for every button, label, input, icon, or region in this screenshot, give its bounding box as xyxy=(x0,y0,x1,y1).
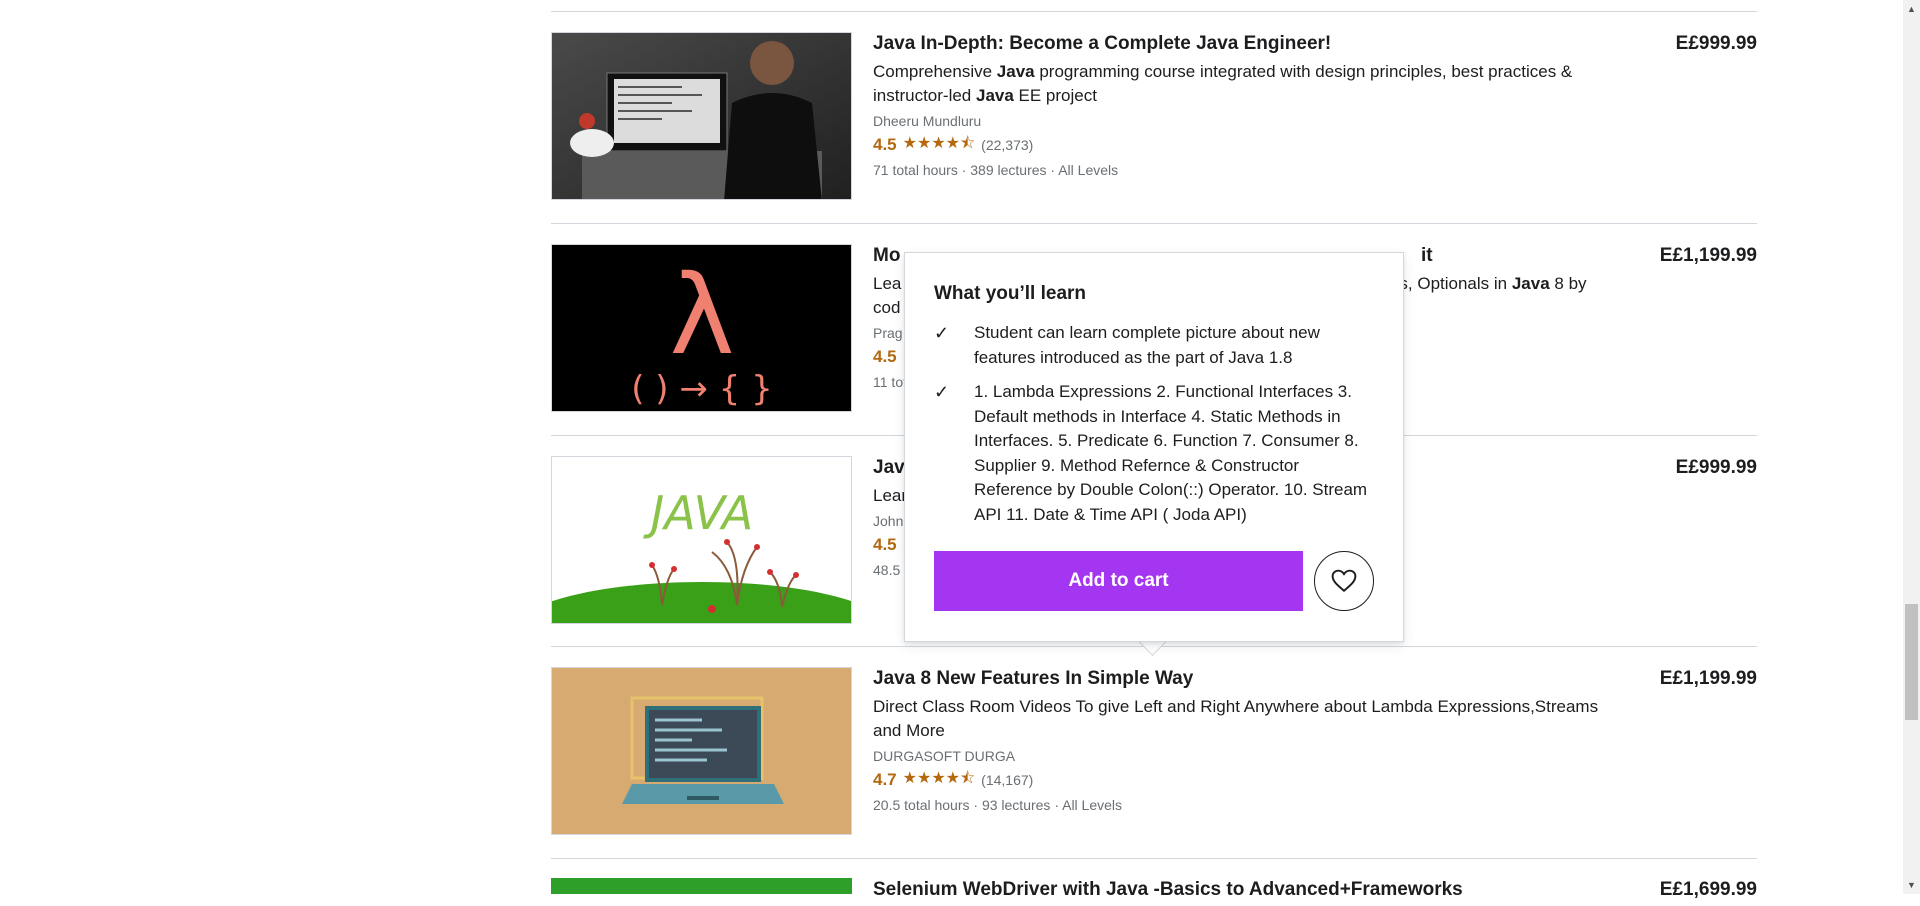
rating-value: 4.7 xyxy=(873,770,897,789)
course-thumbnail-image[interactable] xyxy=(551,878,852,894)
rating-value: 4.5 xyxy=(873,135,897,154)
course-rating: 4.5 ★★★★⯪ (22,373) xyxy=(873,134,1621,156)
review-count: (22,373) xyxy=(981,137,1034,153)
add-to-cart-button[interactable]: Add to cart xyxy=(934,551,1303,611)
laptop-illustration-image xyxy=(552,668,851,834)
course-info: Java In-Depth: Become a Complete Java En… xyxy=(873,32,1621,179)
learn-item: ✓ Student can learn complete picture abo… xyxy=(934,321,1374,370)
course-instructor: Dheeru Mundluru xyxy=(873,113,982,129)
course-card[interactable]: Java In-Depth: Become a Complete Java En… xyxy=(551,32,1757,202)
learn-item-text: 1. Lambda Expressions 2. Functional Inte… xyxy=(974,382,1368,524)
course-info: Selenium WebDriver with Java -Basics to … xyxy=(873,878,1621,906)
page-scrollbar[interactable]: ▲ ▼ xyxy=(1903,0,1920,894)
green-thumbnail-image xyxy=(551,878,852,894)
course-meta: 20.5 total hours · 93 lectures · All Lev… xyxy=(873,797,1123,813)
course-headline: Comprehensive Java programming course in… xyxy=(873,62,1573,105)
svg-text:λ: λ xyxy=(669,251,734,379)
instructor-laptop-image xyxy=(552,33,851,199)
course-card[interactable]: Selenium WebDriver with Java -Basics to … xyxy=(551,878,1757,900)
checkmark-icon: ✓ xyxy=(934,382,950,402)
course-info: Java 8 New Features In Simple Way Direct… xyxy=(873,667,1621,814)
divider xyxy=(551,858,1757,859)
heart-icon xyxy=(1331,569,1357,593)
course-price: E£999.99 xyxy=(1675,33,1757,54)
divider xyxy=(551,11,1757,12)
course-card[interactable]: Java 8 New Features In Simple Way Direct… xyxy=(551,667,1757,837)
course-rating: 4.7 ★★★★⯪ (14,167) xyxy=(873,769,1621,791)
java-logo-image: JAVA xyxy=(552,457,851,623)
course-price: E£1,199.99 xyxy=(1659,245,1757,266)
rating-value: 4.5 xyxy=(873,535,897,554)
course-thumbnail-image[interactable]: JAVA xyxy=(551,456,852,624)
popover-title: What you’ll learn xyxy=(934,283,1087,304)
svg-text:( ) → { }: ( ) → { } xyxy=(631,369,773,409)
course-title[interactable]: Java 8 New Features In Simple Way xyxy=(873,667,1621,691)
course-price: E£999.99 xyxy=(1675,457,1757,478)
star-rating-icon: ★★★★⯪ xyxy=(902,134,976,152)
learn-item-text: Student can learn complete picture about… xyxy=(974,323,1320,367)
checkmark-icon: ✓ xyxy=(934,323,950,343)
course-price: E£1,199.99 xyxy=(1659,668,1757,689)
course-price: E£1,699.99 xyxy=(1659,879,1757,900)
course-instructor: DURGASOFT DURGA xyxy=(873,748,1016,764)
course-headline: Direct Class Room Videos To give Left an… xyxy=(873,697,1599,740)
divider xyxy=(551,223,1757,224)
svg-text:JAVA: JAVA xyxy=(643,486,754,540)
wishlist-button[interactable] xyxy=(1314,551,1374,611)
course-thumbnail-image[interactable]: λ ( ) → { } xyxy=(551,244,852,412)
course-title[interactable]: Java In-Depth: Become a Complete Java En… xyxy=(873,32,1621,56)
review-count: (14,167) xyxy=(981,772,1034,788)
learn-item: ✓ 1. Lambda Expressions 2. Functional In… xyxy=(934,380,1374,527)
course-meta: 71 total hours · 389 lectures · All Leve… xyxy=(873,162,1119,178)
scroll-up-arrow-icon[interactable]: ▲ xyxy=(1907,4,1916,14)
course-preview-popover: What you’ll learn ✓ Student can learn co… xyxy=(904,252,1404,642)
rating-value: 4.5 xyxy=(873,347,897,366)
lambda-image: λ ( ) → { } xyxy=(552,245,851,411)
scroll-down-arrow-icon[interactable]: ▼ xyxy=(1907,880,1916,890)
course-thumbnail-image[interactable] xyxy=(551,667,852,835)
course-thumbnail-image[interactable] xyxy=(551,32,852,200)
star-rating-icon: ★★★★⯪ xyxy=(902,769,976,787)
course-title[interactable]: Selenium WebDriver with Java -Basics to … xyxy=(873,878,1621,902)
scrollbar-thumb[interactable] xyxy=(1905,604,1918,720)
